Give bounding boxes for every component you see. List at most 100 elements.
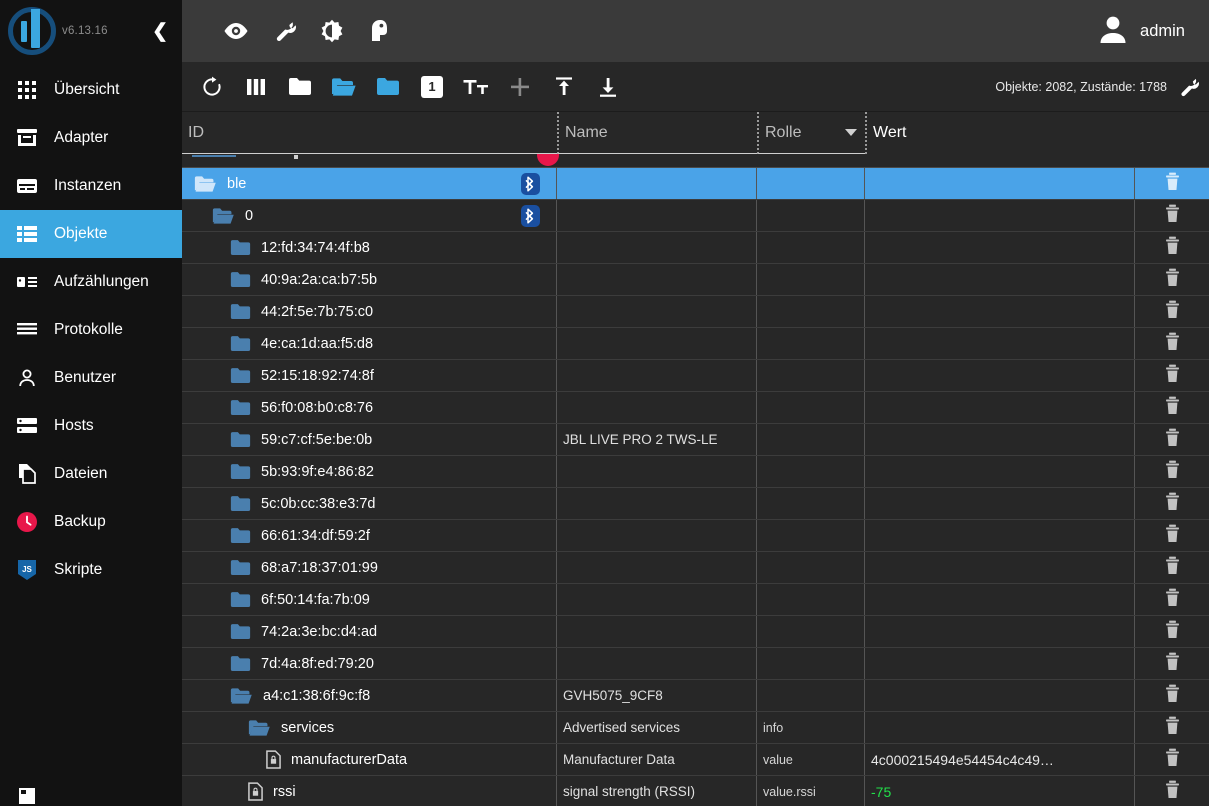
cell-value[interactable]	[865, 648, 1135, 679]
cell-role[interactable]	[757, 168, 865, 199]
refresh-icon[interactable]	[190, 65, 234, 109]
chevron-left-icon[interactable]: ❮	[152, 22, 168, 41]
table-row[interactable]: 6f:50:14:fa:7b:09	[182, 584, 1209, 616]
trash-icon[interactable]	[1164, 268, 1181, 292]
table-row[interactable]: 5c:0b:cc:38:e3:7d	[182, 488, 1209, 520]
cell-id[interactable]: 5c:0b:cc:38:e3:7d	[182, 488, 557, 519]
table-row[interactable]: 0	[182, 200, 1209, 232]
cell-delete[interactable]	[1135, 392, 1209, 423]
cell-delete[interactable]	[1135, 552, 1209, 583]
cell-role[interactable]	[757, 648, 865, 679]
cell-role[interactable]	[757, 456, 865, 487]
sidebar-item-adapter[interactable]: Adapter	[0, 114, 182, 162]
cell-delete[interactable]	[1135, 360, 1209, 391]
cell-id[interactable]: ble	[182, 168, 557, 199]
cell-name[interactable]	[557, 552, 757, 583]
cell-delete[interactable]	[1135, 520, 1209, 551]
table-row[interactable]: 40:9a:2a:ca:b7:5b	[182, 264, 1209, 296]
cell-delete[interactable]	[1135, 456, 1209, 487]
cell-role[interactable]	[757, 200, 865, 231]
cell-name[interactable]: GVH5075_9CF8	[557, 680, 757, 711]
cell-name[interactable]	[557, 232, 757, 263]
folder-open-blue-icon[interactable]	[322, 65, 366, 109]
trash-icon[interactable]	[1164, 620, 1181, 644]
trash-icon[interactable]	[1164, 524, 1181, 548]
cell-id[interactable]: 12:fd:34:74:4f:b8	[182, 232, 557, 263]
table-row[interactable]: 4e:ca:1d:aa:f5:d8	[182, 328, 1209, 360]
trash-icon[interactable]	[1164, 332, 1181, 356]
cell-id[interactable]: manufacturerData	[182, 744, 557, 775]
column-header-name[interactable]: Name	[557, 112, 757, 154]
cell-role[interactable]: value	[757, 744, 865, 775]
folder-blue-icon[interactable]	[366, 65, 410, 109]
download-icon[interactable]	[586, 65, 630, 109]
plus-icon[interactable]	[498, 65, 542, 109]
trash-icon[interactable]	[1164, 428, 1181, 452]
trash-icon[interactable]	[1164, 716, 1181, 740]
trash-icon[interactable]	[1164, 684, 1181, 708]
cell-name[interactable]	[557, 616, 757, 647]
cell-role[interactable]	[757, 488, 865, 519]
cell-name[interactable]	[557, 296, 757, 327]
table-row[interactable]: 66:61:34:df:59:2f	[182, 520, 1209, 552]
cell-id[interactable]: 59:c7:cf:5e:be:0b	[182, 424, 557, 455]
objects-table[interactable]: ble 0 12:fd:34:74:4f:b8 40:9a:2a:ca:b7:5b 44…	[182, 154, 1209, 806]
cell-value[interactable]	[865, 264, 1135, 295]
cell-id[interactable]: 5b:93:9f:e4:86:82	[182, 456, 557, 487]
cell-value[interactable]	[865, 616, 1135, 647]
sidebar-item-protokolle[interactable]: Protokolle	[0, 306, 182, 354]
trash-icon[interactable]	[1164, 588, 1181, 612]
columns-icon[interactable]	[234, 65, 278, 109]
cell-name[interactable]	[557, 648, 757, 679]
cell-delete[interactable]	[1135, 616, 1209, 647]
cell-value[interactable]	[865, 360, 1135, 391]
user-menu[interactable]: admin	[1096, 12, 1193, 51]
chevron-down-icon[interactable]	[845, 129, 857, 136]
cell-role[interactable]	[757, 264, 865, 295]
cell-id[interactable]: 6f:50:14:fa:7b:09	[182, 584, 557, 615]
upload-icon[interactable]	[542, 65, 586, 109]
table-row-partial[interactable]	[182, 154, 1209, 168]
cell-value[interactable]	[865, 520, 1135, 551]
trash-icon[interactable]	[1164, 652, 1181, 676]
text-size-icon[interactable]	[454, 65, 498, 109]
cell-value[interactable]	[865, 424, 1135, 455]
cell-role[interactable]	[757, 520, 865, 551]
trash-icon[interactable]	[1164, 204, 1181, 228]
sidebar-item-partial[interactable]	[0, 772, 182, 806]
table-row[interactable]: rssi signal strength (RSSI) value.rssi -75	[182, 776, 1209, 806]
cell-delete[interactable]	[1135, 712, 1209, 743]
cell-name[interactable]	[557, 264, 757, 295]
table-row[interactable]: 52:15:18:92:74:8f	[182, 360, 1209, 392]
cell-role[interactable]: value.rssi	[757, 776, 865, 806]
cell-name[interactable]	[557, 200, 757, 231]
cell-value[interactable]	[865, 488, 1135, 519]
cell-role[interactable]	[757, 328, 865, 359]
cell-id[interactable]: 7d:4a:8f:ed:79:20	[182, 648, 557, 679]
cell-id[interactable]: services	[182, 712, 557, 743]
depth-badge[interactable]: 1	[410, 65, 454, 109]
eye-icon[interactable]	[212, 7, 260, 55]
cell-delete[interactable]	[1135, 264, 1209, 295]
cell-role[interactable]	[757, 552, 865, 583]
cell-name[interactable]: Manufacturer Data	[557, 744, 757, 775]
table-settings-wrench-icon[interactable]	[1167, 65, 1209, 109]
cell-role[interactable]	[757, 232, 865, 263]
folder-closed-icon[interactable]	[278, 65, 322, 109]
column-header-id[interactable]: ID	[182, 112, 557, 154]
cell-name[interactable]: Advertised services	[557, 712, 757, 743]
cell-value[interactable]	[865, 232, 1135, 263]
cell-name[interactable]	[557, 168, 757, 199]
cell-name[interactable]	[557, 328, 757, 359]
table-row[interactable]: a4:c1:38:6f:9c:f8 GVH5075_9CF8	[182, 680, 1209, 712]
trash-icon[interactable]	[1164, 556, 1181, 580]
table-row[interactable]: manufacturerData Manufacturer Data value 4c…	[182, 744, 1209, 776]
table-row[interactable]: 56:f0:08:b0:c8:76	[182, 392, 1209, 424]
expert-mode-icon[interactable]	[356, 7, 404, 55]
table-row[interactable]: 74:2a:3e:bc:d4:ad	[182, 616, 1209, 648]
cell-value[interactable]	[865, 584, 1135, 615]
cell-delete[interactable]	[1135, 744, 1209, 775]
trash-icon[interactable]	[1164, 364, 1181, 388]
trash-icon[interactable]	[1164, 748, 1181, 772]
sidebar-item-uebersicht[interactable]: Übersicht	[0, 66, 182, 114]
